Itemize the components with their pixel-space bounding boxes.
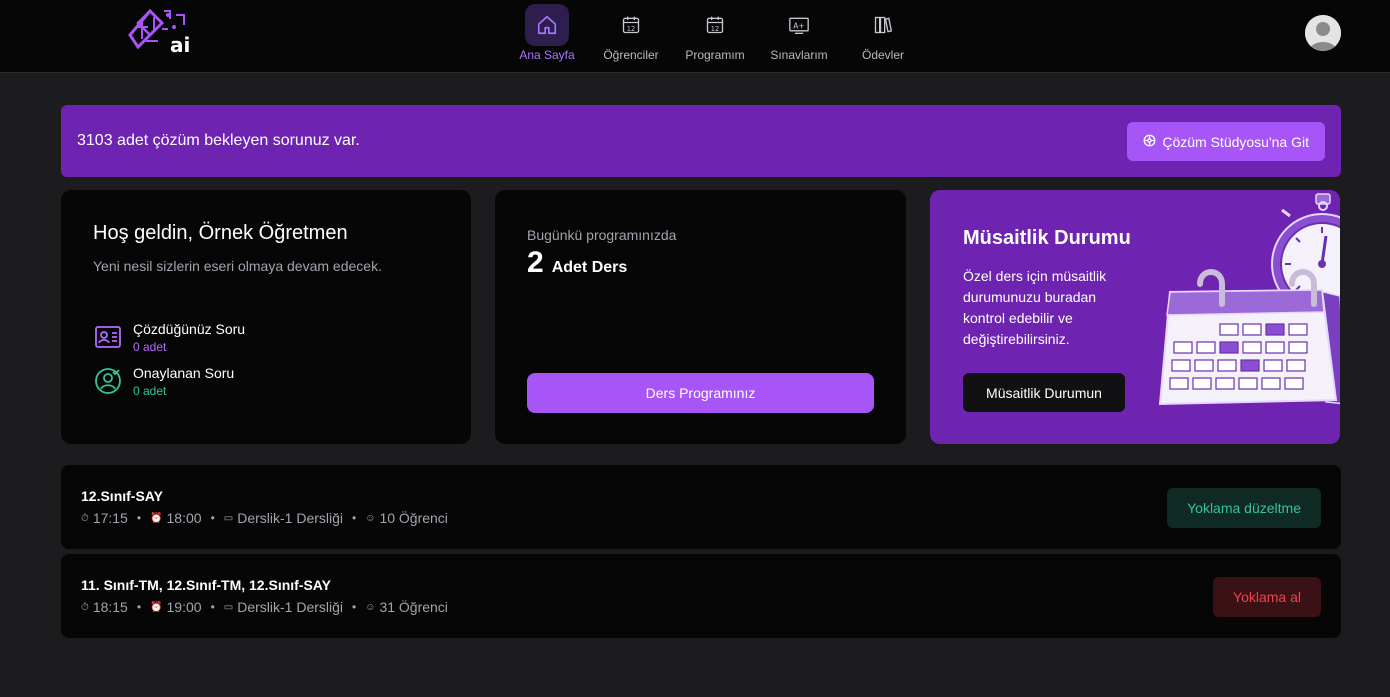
classroom-icon: ▭ (223, 601, 234, 613)
take-attendance-button[interactable]: Yoklama al (1213, 577, 1321, 617)
availability-title: Müsaitlik Durumu (963, 227, 1131, 249)
availability-description: Özel ders için müsaitlik durumunuzu bura… (963, 268, 1107, 347)
separator-dot: • (210, 600, 215, 614)
approved-user-icon (93, 366, 123, 396)
class-meta: ⏱ 17:15 • ⏰ 18:00 • ▭ Derslik-1 Dersliği • … (81, 510, 448, 526)
availability-card: Müsaitlik Durumu Özel ders için müsaitli… (930, 190, 1340, 444)
top-navbar: ai Ana Sayfa 12 Öğrenciler 12 Programım … (0, 0, 1390, 73)
class-students: 10 Öğrenci (379, 510, 448, 526)
svg-text:12: 12 (711, 25, 719, 33)
class-students: 31 Öğrenci (379, 599, 448, 615)
approved-questions-stat: Onaylanan Soru 0 adet (93, 365, 234, 398)
classroom-icon: ▭ (223, 512, 234, 524)
nav-label-home: Ana Sayfa (519, 48, 575, 62)
stopwatch-icon: ⏱ (81, 512, 89, 524)
class-start: 17:15 (92, 510, 128, 526)
class-end: 18:00 (166, 510, 202, 526)
studio-icon (1143, 134, 1156, 150)
class-title: 11. Sınıf-TM, 12.Sınıf-TM, 12.Sınıf-SAY (81, 577, 331, 593)
separator-dot: • (136, 511, 142, 525)
welcome-card: Hoş geldin, Örnek Öğretmen Yeni nesil si… (61, 190, 471, 444)
solution-studio-label: Çözüm Stüdyosu'na Git (1162, 133, 1309, 150)
program-subtitle: Bugünkü programınızda (527, 227, 677, 243)
nav-item-exams[interactable]: A+ Sınavlarım (757, 0, 841, 73)
question-card-icon (93, 322, 123, 352)
nav-item-program[interactable]: 12 Programım (673, 0, 757, 73)
nav-label-program: Programım (685, 48, 745, 62)
separator-dot: • (352, 511, 357, 525)
app-logo[interactable]: ai (128, 7, 194, 59)
svg-text:ai: ai (170, 33, 190, 57)
availability-button[interactable]: Müsaitlik Durumun (963, 373, 1125, 412)
attendance-edit-button[interactable]: Yoklama düzeltme (1167, 488, 1321, 528)
svg-text:12: 12 (627, 25, 635, 33)
separator-dot: • (136, 600, 142, 614)
nav-item-students[interactable]: 12 Öğrenciler (589, 0, 673, 73)
svg-text:A+: A+ (793, 21, 804, 30)
class-room: Derslik-1 Dersliği (237, 510, 344, 526)
today-program-card: Bugünkü programınızda 2 Adet Ders Ders P… (495, 190, 906, 444)
welcome-subtitle: Yeni nesil sizlerin eseri olmaya devam e… (93, 258, 382, 274)
class-title: 12.Sınıf-SAY (81, 488, 163, 504)
approved-value: 0 adet (133, 384, 167, 398)
students-icon: ☺ (365, 512, 376, 524)
calendar-stopwatch-illustration (1140, 190, 1340, 416)
class-meta: ⏱ 18:15 • ⏰ 19:00 • ▭ Derslik-1 Dersliği • … (81, 599, 448, 615)
program-count-number: 2 (527, 246, 544, 279)
welcome-title: Hoş geldin, Örnek Öğretmen (93, 222, 348, 244)
solved-value: 0 adet (133, 340, 167, 354)
nav-item-home[interactable]: Ana Sayfa (505, 0, 589, 73)
home-icon (525, 4, 569, 46)
nav-label-exams: Sınavlarım (770, 48, 828, 62)
alarm-icon: ⏰ (150, 512, 163, 524)
separator-dot: • (352, 600, 357, 614)
students-icon: ☺ (365, 601, 376, 613)
separator-dot: • (210, 511, 215, 525)
grade-board-icon: A+ (777, 4, 821, 46)
class-row: 12.Sınıf-SAY ⏱ 17:15 • ⏰ 18:00 • ▭ Derslik-… (61, 465, 1341, 549)
pending-questions-banner: 3103 adet çözüm bekleyen sorunuz var. Çö… (61, 105, 1341, 177)
alarm-icon: ⏰ (150, 601, 163, 613)
calendar-12-icon: 12 (609, 4, 653, 46)
approved-label: Onaylanan Soru (133, 365, 235, 381)
class-start: 18:15 (92, 599, 128, 615)
nav-item-homework[interactable]: Ödevler (841, 0, 925, 73)
solution-studio-button[interactable]: Çözüm Stüdyosu'na Git (1127, 122, 1325, 161)
stopwatch-icon: ⏱ (81, 601, 89, 613)
nav-label-students: Öğrenciler (603, 48, 659, 62)
class-room: Derslik-1 Dersliği (237, 599, 344, 615)
user-avatar[interactable] (1305, 15, 1341, 51)
program-count: 2 Adet Ders (527, 246, 627, 280)
calendar-12-icon: 12 (693, 4, 737, 46)
books-icon (861, 4, 905, 46)
nav-label-homework: Ödevler (861, 48, 905, 62)
class-end: 19:00 (166, 599, 202, 615)
banner-text: 3103 adet çözüm bekleyen sorunuz var. (77, 132, 360, 149)
main-nav: Ana Sayfa 12 Öğrenciler 12 Programım A+ … (505, 0, 925, 73)
program-count-unit: Adet Ders (551, 259, 628, 276)
solved-label: Çözdüğünüz Soru (133, 321, 246, 337)
class-row: 11. Sınıf-TM, 12.Sınıf-TM, 12.Sınıf-SAY … (61, 554, 1341, 638)
solved-questions-stat: Çözdüğünüz Soru 0 adet (93, 321, 245, 354)
lesson-program-button[interactable]: Ders Programınız (527, 373, 874, 413)
